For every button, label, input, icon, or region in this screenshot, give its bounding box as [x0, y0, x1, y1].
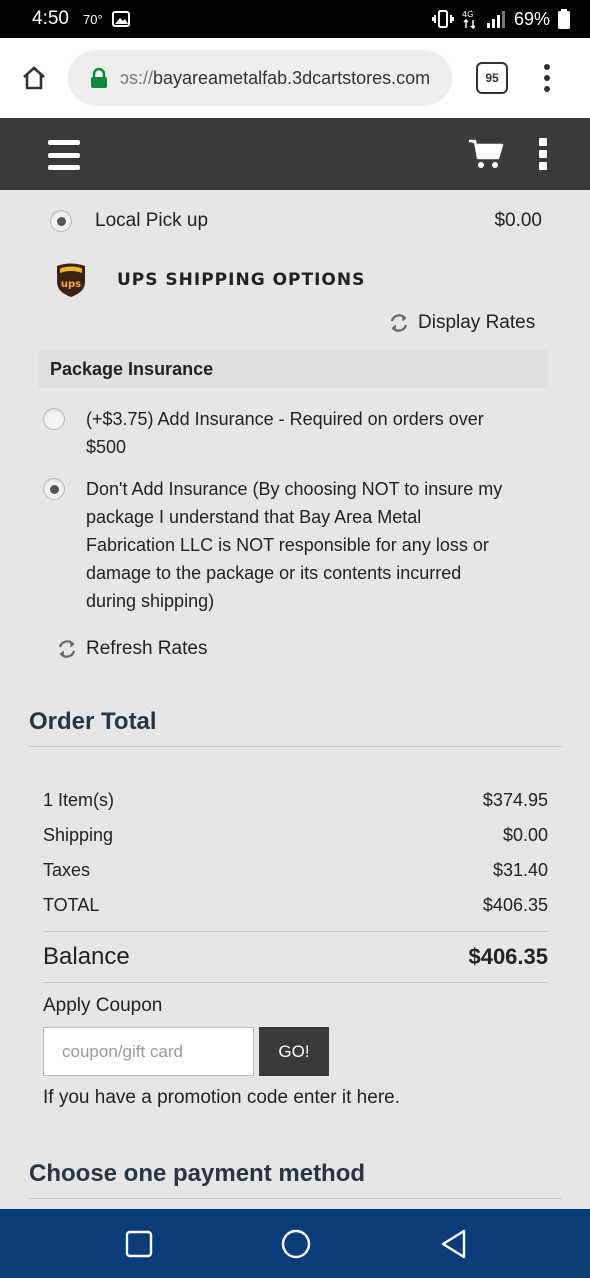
totals-row: TOTAL $406.35 [43, 888, 548, 923]
gallery-icon [111, 11, 130, 27]
url-host: bayareametalfab.3dcartstores.com [153, 67, 431, 88]
apply-coupon-button[interactable]: GO! [259, 1027, 329, 1076]
no-insurance-radio[interactable] [43, 478, 65, 500]
refresh-rates-label: Refresh Rates [86, 638, 208, 659]
home-circle-icon[interactable] [279, 1227, 313, 1261]
lock-icon [91, 67, 107, 88]
apply-coupon-label: Apply Coupon [43, 995, 163, 1016]
package-insurance-header: Package Insurance [38, 350, 548, 388]
browser-toolbar: ɔs://bayareametalfab.3dcartstores.com 95 [0, 38, 590, 118]
balance-label: Balance [43, 943, 130, 970]
tab-switcher-button[interactable]: 95 [476, 62, 508, 94]
display-rates-label: Display Rates [418, 312, 536, 333]
local-pickup-radio[interactable] [50, 210, 72, 232]
totals-row: Shipping $0.00 [43, 818, 548, 853]
totals-row-value: $31.40 [492, 860, 548, 880]
ups-shipping-header: ups UPS SHIPPING OPTIONS [55, 262, 365, 298]
totals-row-label: 1 Item(s) [43, 790, 115, 810]
vibrate-icon [431, 10, 454, 28]
data-icon: 4G [462, 10, 476, 29]
url-text: ɔs://bayareametalfab.3dcartstores.com [120, 68, 430, 89]
menu-dot [544, 86, 550, 92]
ups-shipping-title: UPS SHIPPING OPTIONS [117, 270, 366, 290]
signal-icon [486, 11, 505, 28]
add-insurance-label: (+$3.75) Add Insurance - Required on ord… [86, 409, 484, 457]
promo-hint-text: If you have a promotion code enter it he… [43, 1087, 400, 1108]
local-pickup-label: Local Pick up [95, 210, 209, 231]
order-total-title: Order Total [29, 708, 157, 735]
coupon-input[interactable] [43, 1027, 254, 1076]
svg-text:4G: 4G [462, 10, 473, 19]
totals-row: 1 Item(s) $374.95 [43, 783, 548, 818]
no-insurance-option[interactable]: Don't Add Insurance (By choosing NOT to … [43, 475, 503, 615]
totals-row-value: $0.00 [502, 825, 548, 845]
totals-row: Taxes $31.40 [43, 853, 548, 888]
display-rates-link[interactable]: Display Rates [388, 312, 535, 334]
totals-row-value: $406.35 [482, 895, 548, 915]
local-pickup-option[interactable]: Local Pick up $0.00 [50, 210, 542, 232]
refresh-icon [390, 314, 408, 332]
status-time: 4:50 [32, 8, 69, 29]
add-insurance-radio[interactable] [43, 408, 65, 430]
site-menu-icon[interactable] [538, 138, 548, 170]
system-navigation-bar [0, 1209, 590, 1278]
totals-row-label: Shipping [43, 825, 114, 845]
svg-text:ups: ups [61, 279, 81, 290]
balance-row: Balance $406.35 [43, 932, 548, 982]
menu-dot [544, 75, 550, 81]
browser-menu-button[interactable] [544, 64, 552, 92]
refresh-rates-link[interactable]: Refresh Rates [56, 638, 207, 660]
address-bar[interactable]: ɔs://bayareametalfab.3dcartstores.com [68, 50, 452, 106]
balance-value: $406.35 [468, 944, 548, 969]
shopping-cart-icon[interactable] [468, 138, 504, 170]
menu-dot [544, 64, 550, 70]
checkout-content: Local Pick up $0.00 ups UPS SHIPPING OPT… [0, 190, 590, 1209]
divider [43, 982, 548, 983]
back-icon[interactable] [437, 1227, 471, 1261]
add-insurance-option[interactable]: (+$3.75) Add Insurance - Required on ord… [43, 405, 503, 461]
no-insurance-label: Don't Add Insurance (By choosing NOT to … [86, 479, 503, 611]
status-bar: 4:50 70° 4G 69% [0, 0, 590, 38]
battery-percent: 69% [513, 8, 550, 29]
divider [29, 746, 562, 747]
local-pickup-price: $0.00 [494, 210, 542, 231]
home-icon [23, 66, 45, 90]
status-right-group: 4G 69% [431, 8, 570, 30]
recents-icon[interactable] [122, 1227, 156, 1261]
order-totals-table: 1 Item(s) $374.95 Shipping $0.00 Taxes $… [43, 783, 548, 983]
payment-method-title: Choose one payment method [29, 1160, 366, 1187]
ups-logo-icon: ups [57, 263, 85, 297]
home-button[interactable] [0, 38, 68, 118]
totals-row-value: $374.95 [482, 790, 548, 810]
battery-icon [558, 9, 570, 29]
totals-row-label: Taxes [43, 860, 91, 880]
status-temp: 70° [82, 11, 103, 27]
url-prefix: ɔs:// [120, 67, 154, 88]
totals-row-label: TOTAL [43, 895, 100, 915]
site-header [0, 118, 590, 190]
divider [29, 1198, 562, 1199]
hamburger-menu-icon[interactable] [48, 140, 80, 170]
refresh-icon [58, 640, 76, 658]
